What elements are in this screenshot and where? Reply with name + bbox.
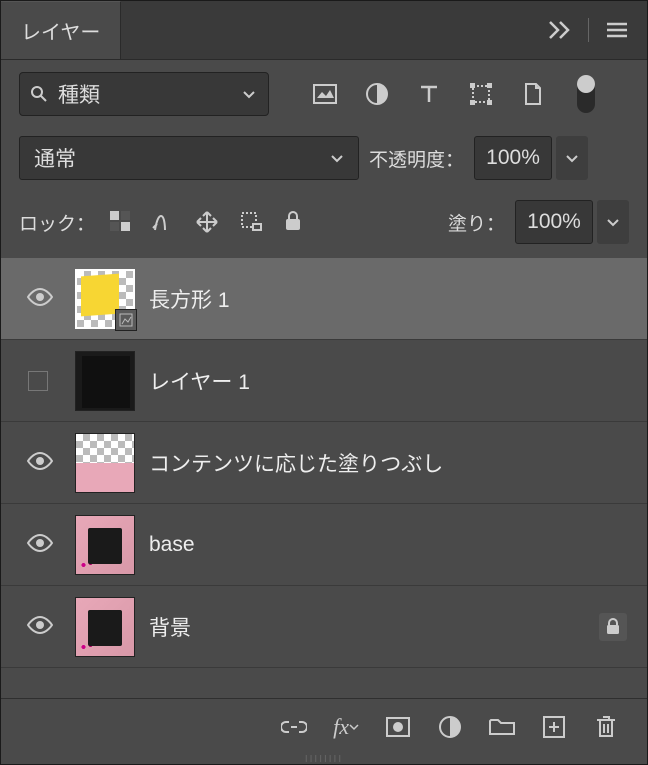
visibility-toggle[interactable]: [28, 371, 48, 391]
blend-mode-select[interactable]: 通常: [19, 136, 359, 180]
layer-thumbnail[interactable]: [75, 351, 135, 411]
fill-label: 塗り：: [448, 209, 505, 236]
lock-image-icon[interactable]: [151, 210, 175, 234]
layer-row[interactable]: レイヤー 1: [1, 340, 647, 422]
search-icon: [20, 85, 58, 103]
layer-row[interactable]: コンテンツに応じた塗りつぶし: [1, 422, 647, 504]
layer-name[interactable]: 長方形 1: [149, 284, 627, 314]
opacity-label: 不透明度：: [369, 145, 464, 172]
lock-all-icon[interactable]: [283, 210, 303, 234]
layer-thumbnail[interactable]: [75, 515, 135, 575]
layer-mask-icon[interactable]: [385, 714, 411, 740]
filter-adjustment-icon[interactable]: [363, 80, 391, 108]
lock-label: ロック：: [19, 209, 95, 236]
layer-row[interactable]: base: [1, 504, 647, 586]
filter-pixel-icon[interactable]: [311, 80, 339, 108]
filter-smartobject-icon[interactable]: [519, 80, 547, 108]
layer-row[interactable]: 背景: [1, 586, 647, 668]
panel-tab-layers[interactable]: レイヤー: [1, 1, 121, 59]
blend-mode-value: 通常: [34, 143, 76, 173]
layer-row[interactable]: 長方形 1: [1, 258, 647, 340]
filter-type-text-icon[interactable]: [415, 80, 443, 108]
visibility-toggle[interactable]: [27, 534, 49, 556]
layers-list: 長方形 1 レイヤー 1 コンテンツに応じた塗りつぶし: [1, 258, 647, 698]
fill-input[interactable]: 100%: [515, 200, 593, 244]
panel-menu-icon[interactable]: [601, 16, 633, 44]
layer-name[interactable]: base: [149, 533, 627, 557]
layer-style-icon[interactable]: fx: [333, 714, 359, 740]
layer-lock-icon[interactable]: [599, 613, 627, 641]
layers-empty-area[interactable]: [1, 668, 647, 698]
shape-badge-icon: [115, 309, 137, 331]
adjustment-layer-icon[interactable]: [437, 714, 463, 740]
delete-layer-icon[interactable]: [593, 714, 619, 740]
filter-type-label: 種類: [58, 79, 230, 109]
link-layers-icon[interactable]: [281, 714, 307, 740]
fill-chevron[interactable]: [597, 200, 629, 244]
layer-name[interactable]: レイヤー 1: [149, 366, 627, 396]
divider: [588, 18, 589, 42]
resize-grip[interactable]: IIIIIIII: [1, 754, 647, 764]
lock-transparent-icon[interactable]: [109, 210, 131, 234]
layer-name[interactable]: 背景: [149, 612, 599, 642]
layer-name[interactable]: コンテンツに応じた塗りつぶし: [149, 448, 627, 478]
opacity-input[interactable]: 100%: [474, 136, 552, 180]
collapse-icon[interactable]: [544, 16, 576, 44]
filter-shape-icon[interactable]: [467, 80, 495, 108]
lock-artboard-icon[interactable]: [239, 210, 263, 234]
lock-position-icon[interactable]: [195, 210, 219, 234]
visibility-toggle[interactable]: [27, 616, 49, 638]
visibility-toggle[interactable]: [27, 452, 49, 474]
layer-thumbnail[interactable]: [75, 433, 135, 493]
new-layer-icon[interactable]: [541, 714, 567, 740]
layer-thumbnail[interactable]: [75, 597, 135, 657]
filter-type-select[interactable]: 種類: [19, 72, 269, 116]
visibility-toggle[interactable]: [27, 288, 49, 310]
new-group-icon[interactable]: [489, 714, 515, 740]
opacity-chevron[interactable]: [556, 136, 588, 180]
filter-toggle[interactable]: [577, 75, 595, 113]
chevron-down-icon: [230, 87, 268, 101]
